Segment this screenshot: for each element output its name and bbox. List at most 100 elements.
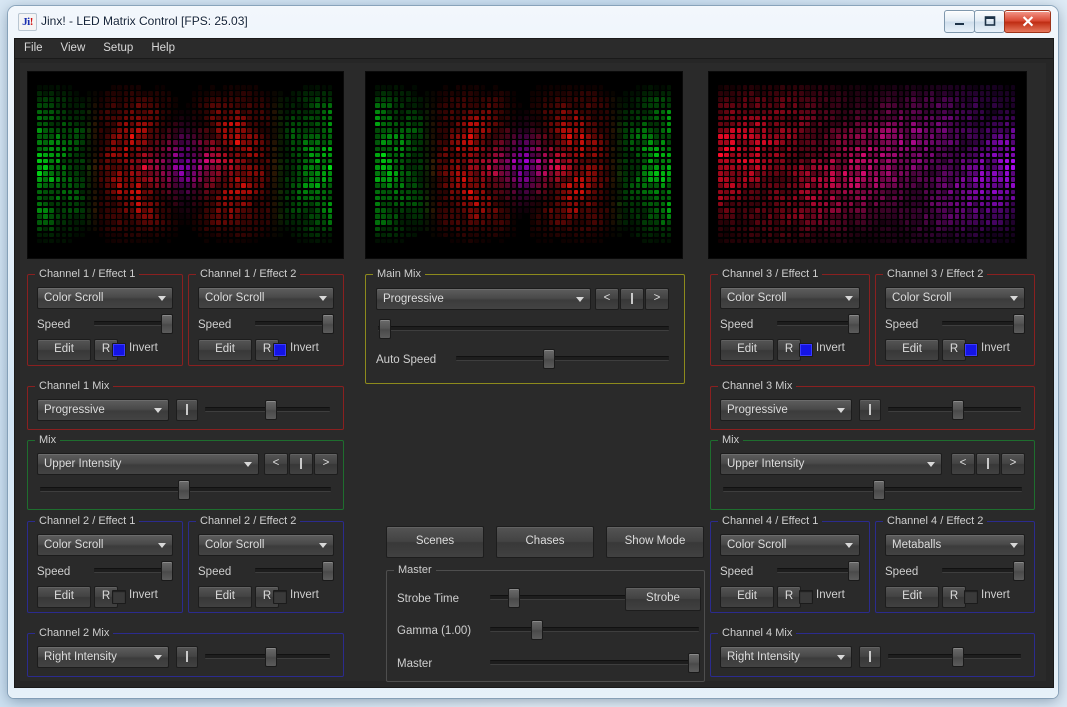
main-mix-prev-button[interactable]: <: [595, 288, 619, 310]
slider-thumb[interactable]: [378, 319, 391, 339]
strobe-button[interactable]: Strobe: [625, 587, 701, 611]
output-preview-1[interactable]: [27, 71, 344, 259]
mix-right-next-button[interactable]: >: [1001, 453, 1025, 475]
channel-2-effect-1-speed-slider[interactable]: [94, 561, 174, 581]
channel-2-effect-1-invert-checkbox[interactable]: [112, 590, 126, 604]
channel-1-effect-1-edit-button[interactable]: Edit: [37, 339, 91, 361]
mix-left-prev-button[interactable]: <: [264, 453, 288, 475]
channel-2-effect-2-edit-button[interactable]: Edit: [198, 586, 252, 608]
channel-3-mix-slider[interactable]: [888, 400, 1021, 420]
channel-3-effect-2-invert-checkbox[interactable]: [964, 343, 978, 357]
show-mode-button[interactable]: Show Mode: [606, 526, 704, 558]
channel-3-effect-2-speed-slider[interactable]: [942, 314, 1025, 334]
channel-4-mix-mode-combo[interactable]: Right Intensity: [720, 646, 852, 668]
scenes-button[interactable]: Scenes: [386, 526, 484, 558]
close-button[interactable]: [1004, 10, 1051, 33]
channel-4-effect-1-effect-combo[interactable]: Color Scroll: [720, 534, 860, 556]
channel-3-effect-1-invert-checkbox[interactable]: [799, 343, 813, 357]
slider-thumb[interactable]: [322, 314, 335, 334]
channel-2-effect-2-effect-combo[interactable]: Color Scroll: [198, 534, 334, 556]
mix-right-bar-button[interactable]: [976, 453, 1000, 475]
slider-thumb[interactable]: [952, 647, 965, 667]
channel-4-mix-bar-button[interactable]: [859, 646, 881, 668]
mix-right-prev-button[interactable]: <: [951, 453, 975, 475]
output-preview-3[interactable]: [708, 71, 1027, 259]
channel-3-mix-bar-button[interactable]: [859, 399, 881, 421]
slider-thumb[interactable]: [542, 349, 555, 369]
gamma-slider[interactable]: [490, 620, 699, 640]
mix-left-next-button[interactable]: >: [314, 453, 338, 475]
channel-3-effect-1-edit-button[interactable]: Edit: [720, 339, 774, 361]
channel-1-effect-1-invert-checkbox[interactable]: [112, 343, 126, 357]
channel-4-effect-2-effect-combo[interactable]: Metaballs: [885, 534, 1025, 556]
menu-item-setup[interactable]: Setup: [94, 39, 142, 59]
channel-1-effect-2-speed-slider[interactable]: [255, 314, 335, 334]
channel-2-effect-1-edit-button[interactable]: Edit: [37, 586, 91, 608]
main-mix-bar-button[interactable]: [620, 288, 644, 310]
channel-4-effect-1-speed-slider[interactable]: [777, 561, 860, 581]
main-mix-next-button[interactable]: >: [645, 288, 669, 310]
channel-4-effect-2-speed-slider[interactable]: [942, 561, 1025, 581]
slider-thumb[interactable]: [530, 620, 543, 640]
channel-3-effect-2-reset-button[interactable]: R: [942, 339, 966, 361]
channel-3-effect-2-edit-button[interactable]: Edit: [885, 339, 939, 361]
slider-thumb[interactable]: [322, 561, 335, 581]
channel-1-mix-bar-button[interactable]: [176, 399, 198, 421]
slider-thumb[interactable]: [848, 314, 860, 334]
channel-4-effect-2-invert-checkbox[interactable]: [964, 590, 978, 604]
slider-thumb[interactable]: [1013, 561, 1025, 581]
slider-thumb[interactable]: [848, 561, 860, 581]
mix-right-mode-combo[interactable]: Upper Intensity: [720, 453, 942, 475]
mix-right-slider[interactable]: [723, 480, 1022, 500]
slider-thumb[interactable]: [508, 588, 521, 608]
menu-item-file[interactable]: File: [15, 39, 52, 59]
channel-2-mix-mode-combo[interactable]: Right Intensity: [37, 646, 169, 668]
channel-1-mix-slider[interactable]: [205, 400, 330, 420]
channel-3-effect-1-reset-button[interactable]: R: [777, 339, 801, 361]
channel-4-effect-1-edit-button[interactable]: Edit: [720, 586, 774, 608]
channel-4-effect-1-invert-checkbox[interactable]: [799, 590, 813, 604]
slider-thumb[interactable]: [265, 647, 277, 667]
maximize-button[interactable]: [974, 10, 1005, 33]
main-mix-fader-slider[interactable]: [378, 319, 669, 339]
slider-thumb[interactable]: [873, 480, 886, 500]
channel-4-effect-1-reset-button[interactable]: R: [777, 586, 801, 608]
channel-1-effect-1-effect-combo[interactable]: Color Scroll: [37, 287, 173, 309]
mix-left-slider[interactable]: [40, 480, 331, 500]
slider-thumb[interactable]: [161, 314, 174, 334]
channel-3-effect-2-effect-combo[interactable]: Color Scroll: [885, 287, 1025, 309]
channel-1-effect-1-speed-slider[interactable]: [94, 314, 174, 334]
channel-4-effect-2-edit-button[interactable]: Edit: [885, 586, 939, 608]
channel-3-effect-1-speed-slider[interactable]: [777, 314, 860, 334]
menu-item-help[interactable]: Help: [142, 39, 184, 59]
channel-2-mix-slider[interactable]: [205, 647, 330, 667]
slider-thumb[interactable]: [1013, 314, 1025, 334]
mix-left-mode-combo[interactable]: Upper Intensity: [37, 453, 259, 475]
mix-left-bar-button[interactable]: [289, 453, 313, 475]
slider-thumb[interactable]: [687, 653, 700, 673]
main-mix-mode-combo[interactable]: Progressive: [376, 288, 591, 310]
channel-2-mix-bar-button[interactable]: [176, 646, 198, 668]
channel-3-effect-1-effect-combo[interactable]: Color Scroll: [720, 287, 860, 309]
menu-item-view[interactable]: View: [52, 39, 95, 59]
slider-thumb[interactable]: [952, 400, 965, 420]
channel-1-effect-2-edit-button[interactable]: Edit: [198, 339, 252, 361]
channel-1-mix-mode-combo[interactable]: Progressive: [37, 399, 169, 421]
slider-thumb[interactable]: [265, 400, 277, 420]
slider-thumb[interactable]: [177, 480, 190, 500]
main-mix-auto-speed-slider[interactable]: [456, 349, 669, 369]
channel-4-mix-slider[interactable]: [888, 647, 1021, 667]
channel-4-effect-2-reset-button[interactable]: R: [942, 586, 966, 608]
channel-1-effect-2-invert-checkbox[interactable]: [273, 343, 287, 357]
channel-2-effect-1-effect-combo[interactable]: Color Scroll: [37, 534, 173, 556]
minimize-button[interactable]: [944, 10, 975, 33]
channel-2-effect-2-invert-checkbox[interactable]: [273, 590, 287, 604]
chases-button[interactable]: Chases: [496, 526, 594, 558]
slider-thumb[interactable]: [161, 561, 174, 581]
slider-track: [942, 568, 1022, 573]
master-slider[interactable]: [490, 653, 700, 673]
channel-3-mix-mode-combo[interactable]: Progressive: [720, 399, 852, 421]
channel-2-effect-2-speed-slider[interactable]: [255, 561, 335, 581]
output-preview-2[interactable]: [365, 71, 683, 259]
channel-1-effect-2-effect-combo[interactable]: Color Scroll: [198, 287, 334, 309]
